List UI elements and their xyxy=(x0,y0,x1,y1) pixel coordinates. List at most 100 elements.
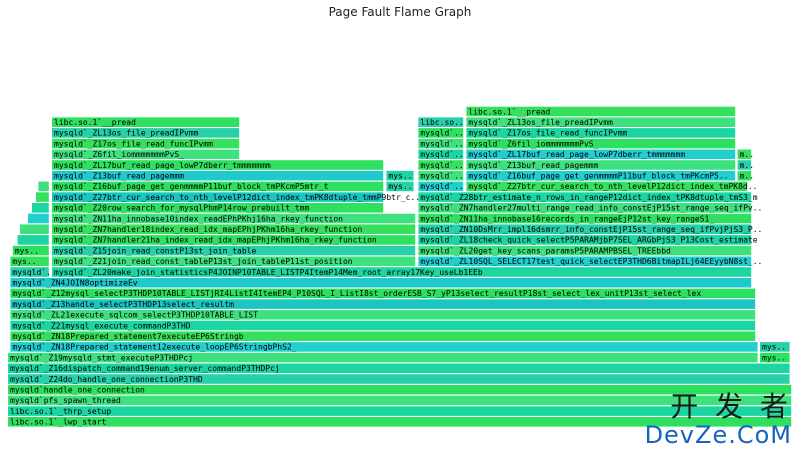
flame-frame[interactable]: mysqld`_ZL13os_file_preadIPvmm xyxy=(52,128,240,138)
flame-frame[interactable]: mysqld`_Z16dispatch_command19enum_server… xyxy=(8,363,790,374)
flame-frame-label: mysqld`_Z21join_read_const_tableP13st_jo… xyxy=(54,256,353,266)
flame-frame[interactable]: mysqld`_ZL17buf_read_page_lowP7dberr_tmm… xyxy=(466,149,736,160)
flame-frame-label: mysqld`_ZL13os_file_preadIPvmm xyxy=(54,128,199,138)
flame-frame-label: mys.. xyxy=(388,182,412,191)
flame-frame[interactable]: mys.. xyxy=(386,181,414,192)
flame-frame[interactable]: mysqld`pfs_spawn_thread xyxy=(8,395,792,406)
flame-frame[interactable] xyxy=(36,192,49,202)
flame-frame[interactable]: mysqld`_Z6fil_iommmmmmmPvS_ xyxy=(52,149,240,160)
flame-frame[interactable]: mysqld`_ZN7handler21ha_index_read_idx_ma… xyxy=(52,235,416,245)
flame-frame-bar[interactable] xyxy=(36,192,49,202)
flame-frame[interactable]: mysqld`_Z21join_read_const_tableP13st_jo… xyxy=(52,256,416,267)
flame-frame[interactable]: mysqld`_ZN7handler18index_read_idx_mapEP… xyxy=(52,224,416,234)
flame-frame[interactable]: mysqld`_Z6fil_iommmmmmmPvS_ xyxy=(466,138,736,149)
flame-frame[interactable]: mysqld`_ZN18Prepared_statement7executeEP… xyxy=(10,331,756,341)
flame-frame-label: mysqld`_ZN18Prepared_statement7executeEP… xyxy=(12,331,243,341)
flame-frame-label: mysqld`.. xyxy=(420,171,463,181)
flame-frame-label: mysqld`_ZL13os_file_preadIPvmm xyxy=(468,117,613,127)
flame-frame[interactable]: mysqld`_Z17os_file_read_funcIPvmm xyxy=(52,138,240,149)
flame-frame-label: mys.. xyxy=(762,343,786,352)
flame-frame[interactable]: mysqld`.. xyxy=(418,149,464,160)
flame-frame-label: libc.so.1`__pread xyxy=(468,106,550,116)
flame-frame[interactable]: libc.so.1`_lwp_start xyxy=(8,417,792,427)
flame-frame[interactable]: mysqld`_ZL20get_key_scans_paramsP5PARAMP… xyxy=(418,245,752,256)
flame-frame[interactable]: libc.so.1`_thrp_setup xyxy=(8,406,792,416)
flame-frame[interactable]: mysqld`_Z13buf_read_pagemmm xyxy=(52,171,384,181)
flame-frame[interactable]: libc.so.1`__pread xyxy=(466,106,736,116)
flame-frame[interactable]: mysqld`_ZN11ha_innobase16records_in_rang… xyxy=(418,213,752,224)
flame-frame-label: mysqld`_ZN11ha_innobase10index_readEPhPK… xyxy=(54,213,343,223)
flame-frame[interactable]: mysqld`_Z28btr_estimate_n_rows_in_rangeP… xyxy=(418,192,758,202)
flame-frame[interactable]: mysqld`.. xyxy=(418,160,464,170)
flame-frame[interactable]: mysqld`_Z16buf_page_get_genmmmmP11buf_bl… xyxy=(466,171,736,181)
flame-frame[interactable]: mysqld`handle_one_connection xyxy=(8,385,792,395)
flame-frame[interactable]: mysqld`_Z24do_handle_one_connectionP3THD xyxy=(8,374,790,384)
flame-frame[interactable]: mysqld`_ZL17buf_read_page_lowP7dberr_tmm… xyxy=(52,160,384,170)
flame-frame[interactable]: mysqld`_Z27btr_cur_search_to_nth_levelP1… xyxy=(466,181,757,192)
flame-frame[interactable]: libc.so.. xyxy=(418,117,464,127)
flame-frame[interactable]: mysqld`.. xyxy=(10,267,56,277)
flame-frame[interactable]: mysqld`_ZN4JOIN8optimizeEv xyxy=(10,278,752,288)
flame-frame-label: mys.. xyxy=(12,257,36,266)
flame-frame[interactable]: mysqld`_ZN10DsMrr_impl16dsmrr_info_const… xyxy=(418,224,762,234)
flame-frame[interactable]: mys.. xyxy=(10,256,49,267)
flame-frame[interactable] xyxy=(20,224,49,234)
flame-frame[interactable] xyxy=(32,203,49,213)
flame-frame[interactable]: mys.. xyxy=(760,352,790,363)
flame-frame-label: libc.so.. xyxy=(420,118,463,127)
flame-frame-label: mysqld`_Z6fil_iommmmmmmPvS_ xyxy=(54,149,184,159)
flame-frame[interactable]: mysqld`_ZL21execute_sqlcom_selectP3THDP1… xyxy=(10,310,756,320)
flame-frame[interactable]: m.. xyxy=(737,149,754,160)
flame-frame-bar[interactable] xyxy=(28,213,49,224)
flame-frame[interactable]: mysqld`_ZN7handler27multi_range_read_inf… xyxy=(418,203,762,213)
flame-frame[interactable]: mysqld`_Z27btr_cur_search_to_nth_levelP1… xyxy=(52,192,420,202)
flame-frame[interactable]: mysqld`_ZL20make_join_statisticsP4JOINP1… xyxy=(52,267,752,277)
flame-frame[interactable]: mys.. xyxy=(12,245,49,256)
flame-frame[interactable]: m.. xyxy=(737,160,754,170)
flame-frame[interactable]: mysqld`_ZL13os_file_preadIPvmm xyxy=(466,117,736,127)
flame-frame-bar[interactable] xyxy=(20,224,49,234)
flame-frame-label: m.. xyxy=(740,172,754,181)
flame-frame-label: mysqld`_Z27btr_cur_search_to_nth_levelP1… xyxy=(468,181,757,191)
flame-frame-bar[interactable] xyxy=(32,203,49,213)
flame-frame-bar[interactable] xyxy=(8,395,792,406)
flame-frame[interactable]: mys.. xyxy=(760,342,790,352)
flame-frame[interactable]: mysqld`.. xyxy=(418,171,464,181)
flame-frame[interactable] xyxy=(28,213,49,224)
flame-frame[interactable]: mysqld`_Z19mysqld_stmt_executeP3THDPcj xyxy=(8,352,758,363)
flame-frame[interactable]: mys.. xyxy=(386,170,414,181)
flame-frame[interactable]: m.. xyxy=(737,170,754,181)
flame-frame-bar[interactable] xyxy=(17,235,49,245)
flame-frame[interactable]: libc.so.1`__pread xyxy=(52,117,240,127)
flame-frame[interactable]: mysqld`_Z17os_file_read_funcIPvmm xyxy=(466,128,736,138)
flame-frame-label: mysqld`_Z20row_search_for_mysqlPhmP14row… xyxy=(54,203,309,213)
flame-frame[interactable]: mysqld`.. xyxy=(418,138,464,149)
flame-frame[interactable]: mysqld`_Z16buf_page_get_genmmmmP11buf_bl… xyxy=(52,181,384,192)
flame-frame[interactable]: mysqld`_Z15join_read_constP13st_join_tab… xyxy=(52,245,416,256)
flame-frame-bar[interactable] xyxy=(8,406,792,416)
flame-frame-bar[interactable] xyxy=(38,181,49,192)
flame-frame[interactable] xyxy=(38,181,49,192)
flame-frame[interactable]: mysqld`_ZN18Prepared_statement12execute_… xyxy=(10,342,758,352)
flame-frame-label: mysqld`_Z15join_read_constP13st_join_tab… xyxy=(54,245,256,255)
flame-frame[interactable] xyxy=(17,235,49,245)
flame-frame[interactable]: mysqld`_Z21mysql_execute_commandP3THD xyxy=(10,320,756,331)
flame-frame[interactable]: mysqld`_Z12mysql_selectP3THDP10TABLE_LIS… xyxy=(10,288,756,299)
flame-frame-label: mysqld`_Z13handle_selectP3THDP13select_r… xyxy=(12,299,234,309)
flame-frame[interactable]: mysqld`_ZN11ha_innobase10index_readEPhPK… xyxy=(52,213,416,224)
flame-frame-label: mysqld`.. xyxy=(420,128,463,138)
flame-frame-label: mysqld`_ZL10SQL_SELECT17test_quick_selec… xyxy=(420,256,762,266)
flame-frame[interactable]: mysqld`_ZL10SQL_SELECT17test_quick_selec… xyxy=(418,256,762,267)
flame-frame-label: mysqld`_ZN7handler27multi_range_read_inf… xyxy=(420,203,762,213)
flame-frame-label: mysqld`_Z13buf_read_pagemmm xyxy=(468,160,598,170)
flame-frame[interactable]: mysqld`_Z13handle_selectP3THDP13select_r… xyxy=(10,299,756,309)
flame-frame-label: mysqld`_ZN18Prepared_statement12execute_… xyxy=(12,342,296,352)
flame-frame[interactable]: mysqld`.. xyxy=(418,181,464,192)
flame-frame-label: mysqld`_ZL20make_join_statisticsP4JOINP1… xyxy=(54,267,483,277)
flame-frame[interactable]: mysqld`_Z13buf_read_pagemmm xyxy=(466,160,736,170)
flame-frame[interactable]: mysqld`_ZL18check_quick_selectP5PARAMjbP… xyxy=(418,235,758,245)
flame-frame[interactable]: mysqld`.. xyxy=(418,128,464,138)
flame-frame-label: mysqld`_ZL17buf_read_page_lowP7dberr_tmm… xyxy=(468,149,685,159)
flame-frame[interactable]: mysqld`_Z20row_search_for_mysqlPhmP14row… xyxy=(52,203,384,213)
flame-frame-bar[interactable] xyxy=(8,417,792,427)
